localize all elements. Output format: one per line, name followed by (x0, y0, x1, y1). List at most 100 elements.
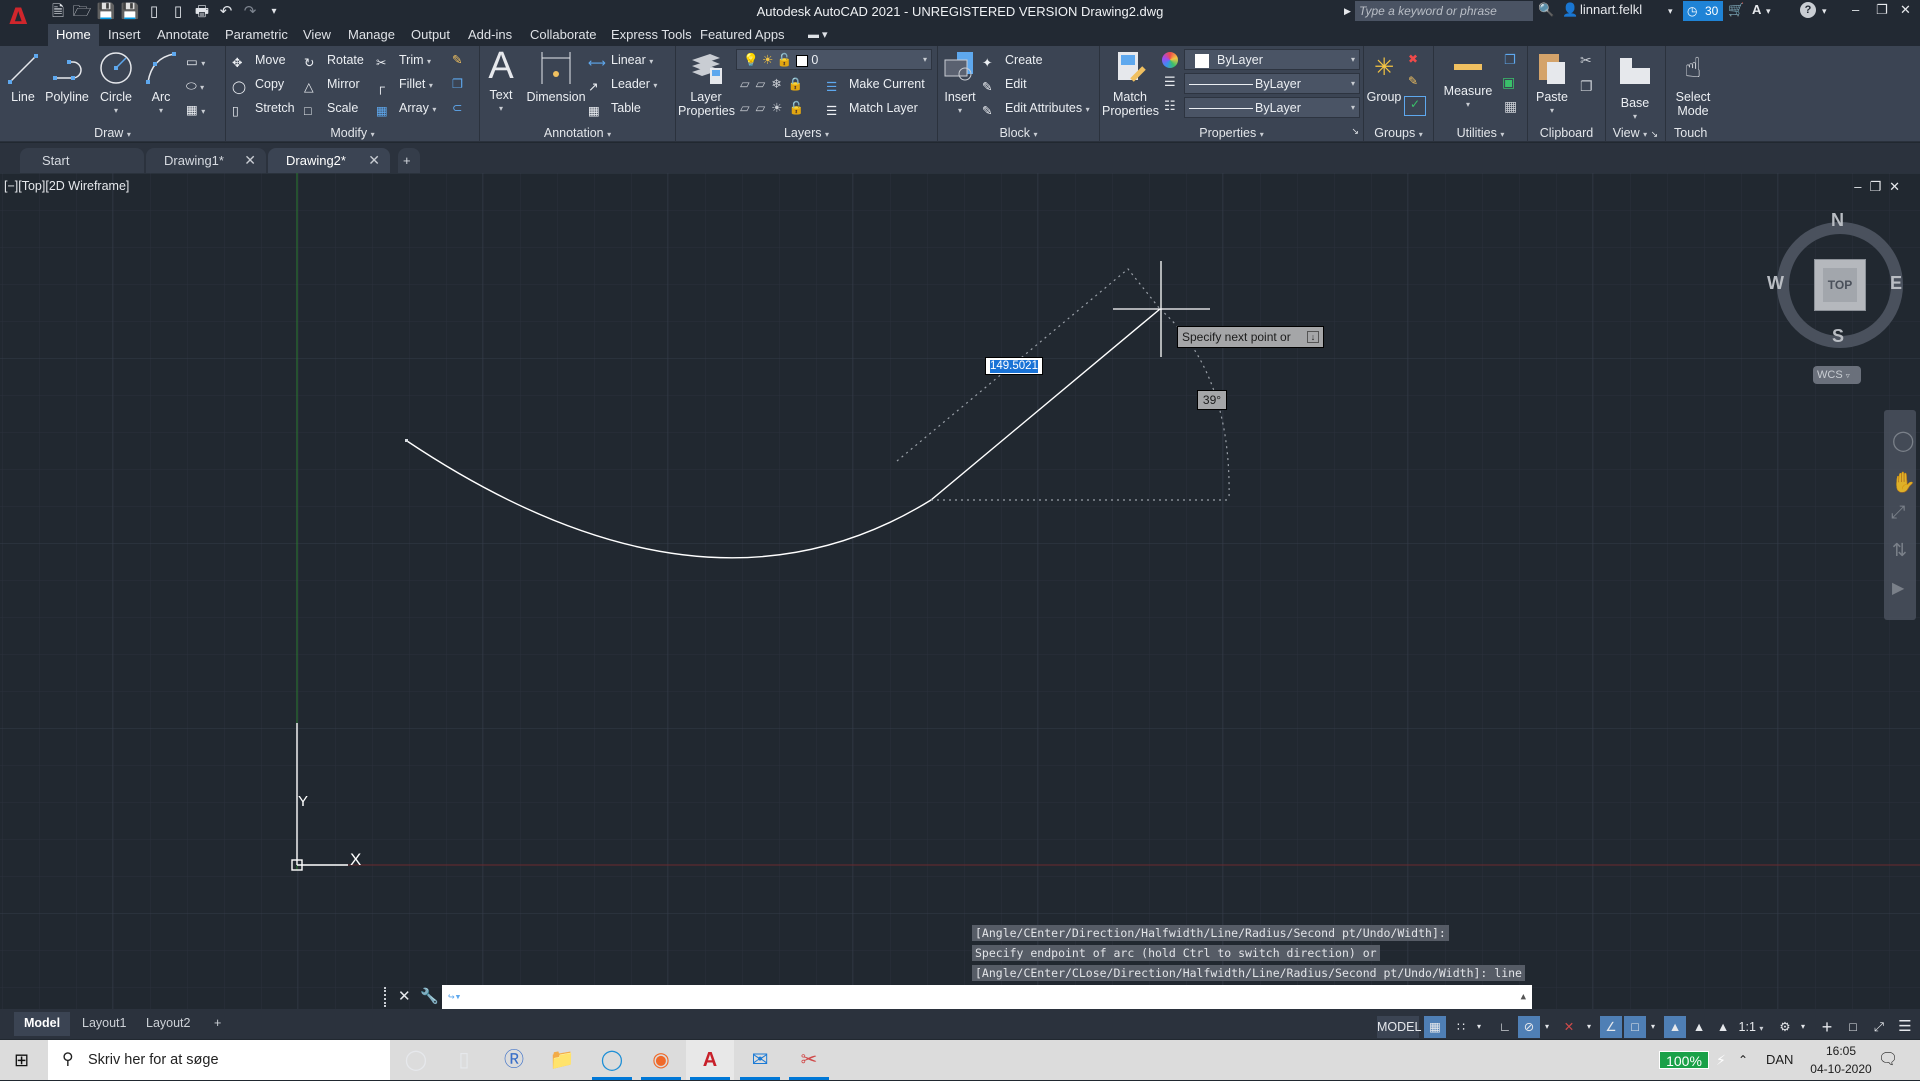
close-tab-icon[interactable]: ✕ (368, 148, 380, 173)
draw-panel-title[interactable]: Draw ▾ (0, 126, 225, 140)
firefox-icon[interactable]: ◉ (637, 1040, 685, 1080)
save-icon[interactable]: 💾 (96, 2, 116, 22)
mail-icon[interactable]: ✉ (736, 1040, 784, 1080)
hatch-button[interactable]: ▦ ▾ (186, 100, 205, 120)
quick-select-icon[interactable]: ❐ (1504, 52, 1516, 68)
mirror-button[interactable]: △ Mirror (304, 74, 360, 94)
fullscreen-icon[interactable]: ⤢ (1868, 1016, 1890, 1038)
compass-north[interactable]: N (1831, 210, 1844, 231)
copy-button[interactable]: ◯ Copy (232, 74, 284, 94)
move-button[interactable]: ✥ Move (232, 50, 286, 70)
group-button[interactable]: ✳ Group (1366, 50, 1402, 104)
ribbon-tab-home[interactable]: Home (48, 24, 99, 46)
notifications-icon[interactable]: 🗨 (1878, 1040, 1898, 1080)
customize-wrench-icon[interactable]: 🔧 (420, 987, 439, 1005)
ungroup-icon[interactable]: ✖ (1408, 52, 1418, 66)
isodraft-dropdown-caret-icon[interactable]: ▾ (1582, 1016, 1596, 1038)
system-clock[interactable]: 16:05 04-10-2020 (1810, 1042, 1872, 1078)
close-icon[interactable]: ✕ (1900, 2, 1911, 18)
isodraft-toggle-icon[interactable]: ✕ (1558, 1016, 1580, 1038)
viewport-restore-icon[interactable]: ❐ (1869, 179, 1889, 194)
viewcube-face[interactable]: TOP (1814, 259, 1866, 311)
cortana-icon[interactable]: ◯ (392, 1040, 440, 1080)
input-language[interactable]: DAN (1766, 1040, 1793, 1080)
make-current-button[interactable]: ☰ Make Current (826, 74, 925, 94)
windows-start-icon[interactable]: ⊞ (14, 1050, 29, 1071)
paste-button[interactable]: Paste ▾ (1532, 50, 1572, 118)
linear-button[interactable]: ⟷ Linear ▾ (588, 50, 653, 70)
group-selection-toggle-icon[interactable]: ✓ (1404, 96, 1426, 116)
arc-button[interactable]: Arc ▾ (144, 50, 178, 118)
search-icon[interactable]: 🔍 (1538, 2, 1554, 18)
line-button[interactable]: Line (6, 50, 40, 104)
color-dropdown[interactable]: ByLayer ▾ (1184, 49, 1360, 70)
ribbon-tab-view[interactable]: View (295, 24, 339, 46)
base-button[interactable]: Base ▾ (1612, 56, 1658, 124)
annotation-scale-icon[interactable]: ▲ (1712, 1016, 1734, 1038)
file-explorer-icon[interactable]: 📁 (538, 1040, 586, 1080)
block-panel-title[interactable]: Block ▾ (938, 126, 1099, 140)
compass-east[interactable]: E (1890, 273, 1902, 294)
measure-dropdown-caret-icon[interactable]: ▾ (1438, 98, 1498, 112)
taskbar-search-input[interactable]: ⚲ Skriv her for at søge (48, 1040, 390, 1080)
undo-icon[interactable]: ↶ (216, 2, 236, 22)
measure-button[interactable]: Measure ▾ (1438, 50, 1498, 112)
ellipse-button[interactable]: ⬭ ▾ (186, 76, 204, 96)
help-caret-icon[interactable]: ▾ (1822, 6, 1827, 17)
add-layout-button[interactable]: + (204, 1012, 231, 1036)
redo-icon[interactable]: ↷ (240, 2, 260, 22)
close-command-line-icon[interactable]: ✕ (398, 987, 411, 1005)
open-web-icon[interactable]: ▯ (144, 2, 164, 22)
trim-button[interactable]: ✂ Trim ▾ (376, 50, 431, 70)
viewport-label[interactable]: [−][Top][2D Wireframe] (4, 179, 129, 193)
edit-attributes-button[interactable]: ✎ Edit Attributes ▾ (982, 98, 1090, 118)
text-button[interactable]: A Text ▾ (484, 47, 518, 116)
clipboard-panel-title[interactable]: Clipboard (1528, 126, 1605, 140)
erase-button[interactable]: ✎ (452, 50, 462, 70)
file-tab-drawing1[interactable]: Drawing1* ✕ (146, 148, 266, 173)
username[interactable]: linnart.felkl (1580, 2, 1642, 17)
trial-days-badge[interactable]: ◷ 30 (1683, 1, 1723, 21)
orbit-icon[interactable]: ⇅ (1892, 540, 1907, 561)
insert-button[interactable]: Insert ▾ (942, 50, 978, 118)
expand-search-icon[interactable]: ▶ (1344, 6, 1351, 17)
save-as-icon[interactable]: 💾 (120, 2, 140, 22)
explode-button[interactable]: ❐ (452, 74, 463, 94)
object-snap-toggle-icon[interactable]: □ (1624, 1016, 1646, 1038)
ribbon-tab-featured-apps[interactable]: Featured Apps (692, 24, 793, 46)
command-line-drag-handle[interactable] (384, 987, 390, 1007)
show-hidden-icons-icon[interactable]: ⌃ (1738, 1040, 1748, 1080)
ribbon-tab-output[interactable]: Output (403, 24, 458, 46)
save-web-icon[interactable]: ▯ (168, 2, 188, 22)
power-plug-icon[interactable]: ⚡ (1716, 1040, 1726, 1080)
ribbon-tab-insert[interactable]: Insert (100, 24, 149, 46)
battery-indicator[interactable]: 100% (1659, 1051, 1709, 1069)
auto-scale-icon[interactable]: ▲ (1688, 1016, 1710, 1038)
drawing-canvas[interactable]: [−][Top][2D Wireframe] –❐✕ Y X 149.5021 … (0, 173, 1920, 1013)
command-input[interactable]: ↪▾PLINE Specify next point or [Arc Close… (442, 985, 1532, 1028)
layer-tools-row-1[interactable]: ▱▱❄🔒 (740, 74, 809, 94)
leader-button[interactable]: ↗ Leader ▾ (588, 74, 657, 94)
osnap-dropdown-caret-icon[interactable]: ▾ (1646, 1016, 1660, 1038)
workspace-gear-icon[interactable]: ⚙ (1774, 1016, 1796, 1038)
dynamic-length-input[interactable]: 149.5021 (985, 357, 1043, 375)
annotation-scale-dropdown[interactable]: 1:1 ▾ (1736, 1016, 1766, 1038)
customize-status-bar-icon[interactable]: ☰ (1894, 1016, 1916, 1038)
polar-tracking-toggle-icon[interactable]: ⊘ (1518, 1016, 1540, 1038)
command-history-toggle-icon[interactable]: ▲ (1521, 985, 1526, 1009)
restore-icon[interactable]: ❐ (1876, 2, 1888, 18)
layer-tools-row-2[interactable]: ▱▱☀🔓 (740, 98, 810, 118)
ribbon-tab-manage[interactable]: Manage (340, 24, 403, 46)
utilities-panel-title[interactable]: Utilities ▾ (1434, 126, 1527, 140)
close-tab-icon[interactable]: ✕ (244, 148, 256, 173)
insert-dropdown-caret-icon[interactable]: ▾ (942, 104, 978, 118)
object-snap-tracking-toggle-icon[interactable]: ∠ (1600, 1016, 1622, 1038)
view-panel-title[interactable]: View ▾ ↘ (1606, 126, 1665, 140)
layer-dropdown[interactable]: 💡 ☀ 🔓 0 ▾ (736, 49, 932, 70)
rectangle-button[interactable]: ▭ ▾ (186, 52, 205, 72)
compass-south[interactable]: S (1832, 326, 1844, 347)
create-block-button[interactable]: ✦ Create (982, 50, 1043, 70)
dynamic-angle-input[interactable]: 39° (1197, 390, 1227, 410)
help-icon[interactable]: ? (1800, 2, 1816, 18)
edge-icon[interactable]: ◯ (588, 1040, 636, 1080)
